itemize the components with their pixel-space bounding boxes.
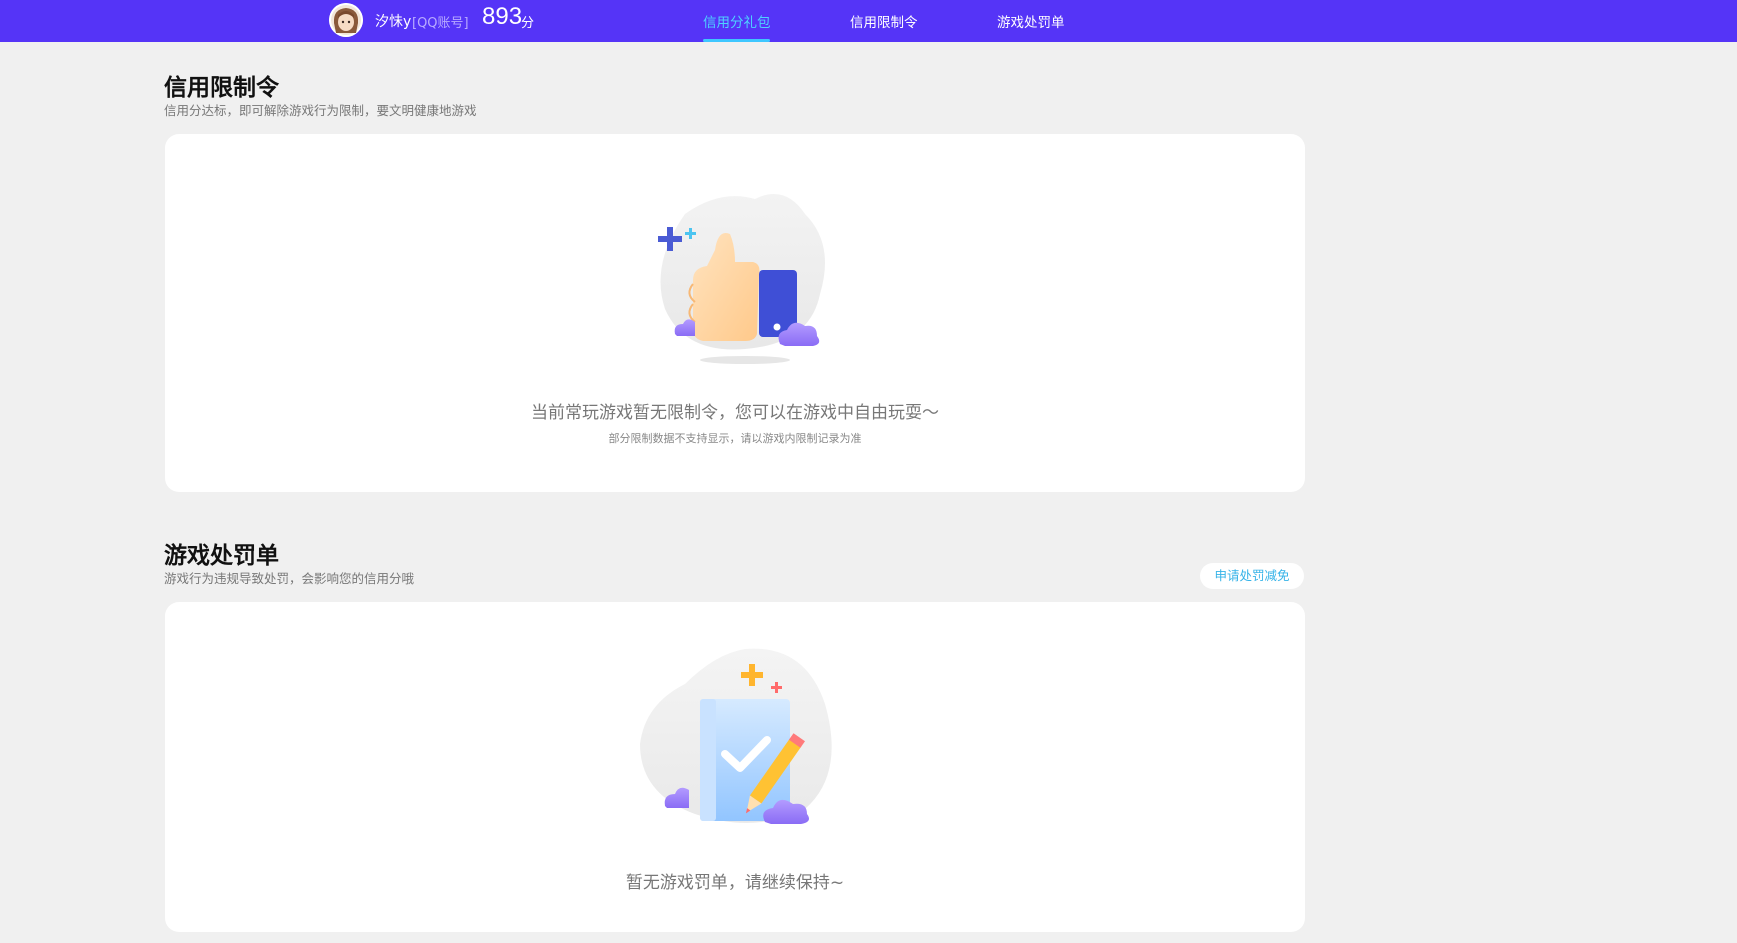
credit-score-unit: 分 [521, 16, 535, 31]
tab-credit-restriction[interactable]: 信用限制令 [850, 11, 918, 31]
thumbs-up-illustration-icon [635, 184, 845, 369]
user-nickname: 汐怽y [375, 14, 412, 30]
restriction-empty-message: 当前常玩游戏暂无限制令，您可以在游戏中自由玩耍～ [531, 403, 939, 423]
apply-penalty-reduction-button[interactable]: 申请处罚减免 [1200, 563, 1304, 589]
active-tab-indicator [703, 39, 770, 42]
avatar[interactable] [329, 3, 363, 37]
restriction-card: 当前常玩游戏暂无限制令，您可以在游戏中自由玩耍～ 部分限制数据不支持显示，请以游… [165, 134, 1305, 492]
penalty-empty-message: 暂无游戏罚单，请继续保持~ [625, 873, 845, 893]
tab-game-penalty[interactable]: 游戏处罚单 [997, 11, 1065, 31]
tab-credit-gift[interactable]: 信用分礼包 [703, 11, 771, 31]
account-type-label: [QQ账号] [412, 16, 469, 31]
credit-score-value: 893 [482, 3, 523, 30]
top-nav-bar: 汐怽y [QQ账号] 893 分 信用分礼包 信用限制令 游戏处罚单 [0, 0, 1737, 42]
penalty-card: 暂无游戏罚单，请继续保持~ [165, 602, 1305, 932]
restriction-section-title: 信用限制令 [164, 75, 279, 101]
checklist-pencil-illustration-icon [625, 644, 855, 834]
restriction-empty-note: 部分限制数据不支持显示，请以游戏内限制记录为准 [608, 432, 862, 445]
penalty-section-subtitle: 游戏行为违规导致处罚，会影响您的信用分哦 [164, 571, 415, 586]
restriction-section-subtitle: 信用分达标，即可解除游戏行为限制，要文明健康地游戏 [164, 103, 477, 118]
penalty-section-title: 游戏处罚单 [164, 543, 279, 569]
